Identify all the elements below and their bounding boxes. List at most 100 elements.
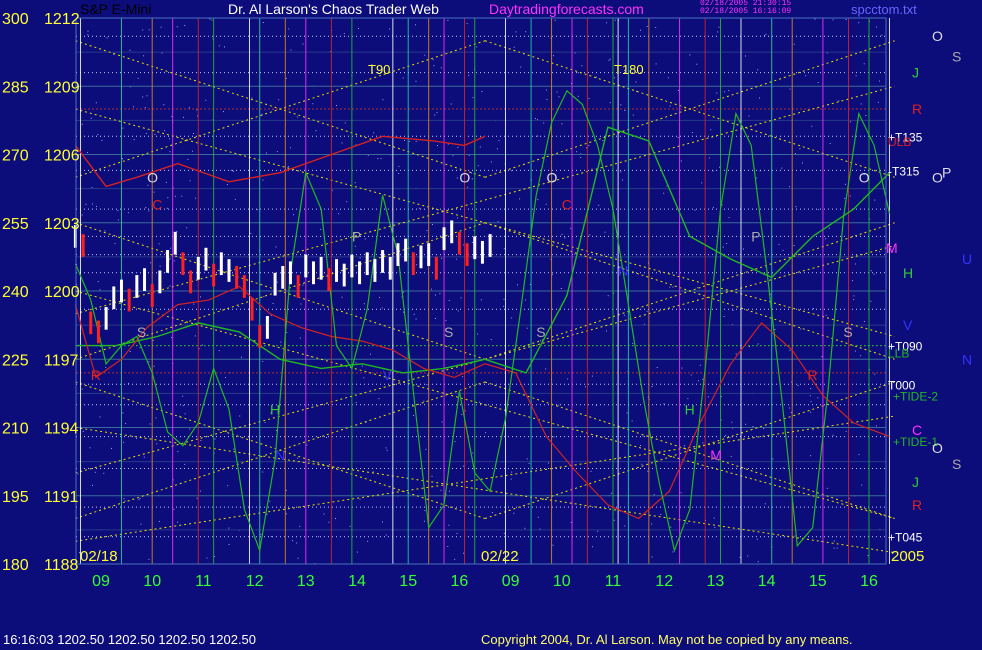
page-title: Dr. Al Larson's Chaos Trader Web bbox=[228, 1, 439, 17]
star-dot bbox=[632, 342, 634, 344]
star-dot bbox=[672, 551, 674, 553]
star-dot bbox=[152, 339, 154, 341]
star-dot bbox=[825, 238, 827, 240]
star-dot bbox=[817, 397, 819, 399]
star-dot bbox=[809, 395, 811, 397]
cycle-letter: N bbox=[618, 263, 628, 279]
star-dot bbox=[143, 456, 145, 458]
star-dot bbox=[398, 165, 400, 167]
star-dot bbox=[355, 402, 357, 404]
star-dot bbox=[218, 45, 220, 47]
star-dot bbox=[479, 401, 481, 403]
star-dot bbox=[224, 46, 225, 48]
y-tick-degree: 210 bbox=[2, 421, 29, 438]
star-dot bbox=[77, 473, 79, 475]
star-dot bbox=[552, 544, 554, 546]
star-dot bbox=[689, 54, 691, 56]
star-dot bbox=[510, 170, 512, 172]
star-dot bbox=[295, 436, 296, 438]
star-dot bbox=[239, 415, 241, 417]
y-tick-degree: 255 bbox=[2, 216, 29, 233]
star-dot bbox=[456, 177, 458, 179]
cycle-letter: H bbox=[685, 401, 695, 417]
star-dot bbox=[466, 23, 468, 25]
star-dot bbox=[743, 248, 744, 250]
right-label: LLB bbox=[888, 346, 909, 360]
star-dot bbox=[386, 449, 388, 451]
star-dot bbox=[82, 430, 84, 432]
star-dot bbox=[620, 104, 622, 106]
star-dot bbox=[315, 130, 317, 132]
star-dot bbox=[567, 378, 569, 380]
star-dot bbox=[195, 197, 197, 199]
star-dot bbox=[873, 273, 875, 275]
y-tick-degree: 195 bbox=[2, 489, 29, 506]
x-tick-hour: 09 bbox=[92, 573, 110, 590]
site-link[interactable]: Daytradingforecasts.com bbox=[489, 1, 644, 17]
star-dot bbox=[591, 375, 593, 377]
star-dot bbox=[647, 470, 649, 472]
star-dot bbox=[826, 487, 828, 489]
star-dot bbox=[468, 74, 470, 76]
star-dot bbox=[832, 19, 834, 21]
star-dot bbox=[757, 69, 759, 71]
star-dot bbox=[812, 429, 814, 431]
cycle-letter: H bbox=[270, 401, 280, 417]
star-dot bbox=[763, 428, 765, 430]
star-dot bbox=[814, 18, 816, 20]
star-dot bbox=[181, 195, 183, 197]
star-dot bbox=[708, 157, 710, 159]
star-dot bbox=[424, 510, 426, 512]
star-dot bbox=[146, 95, 148, 97]
top-label: T180 bbox=[614, 62, 644, 77]
star-dot bbox=[496, 148, 498, 150]
star-dot bbox=[646, 310, 648, 312]
x-tick-hour: 14 bbox=[348, 573, 366, 590]
y-tick-price: 1203 bbox=[44, 216, 80, 233]
star-dot bbox=[449, 490, 450, 492]
star-dot bbox=[196, 497, 198, 499]
star-dot bbox=[622, 179, 623, 181]
cycle-letter: S bbox=[843, 324, 852, 340]
cycle-letter: P bbox=[352, 228, 361, 244]
star-dot bbox=[790, 412, 792, 414]
star-dot bbox=[169, 258, 171, 260]
right-label: ULB bbox=[888, 135, 911, 149]
star-dot bbox=[356, 551, 358, 553]
star-dot bbox=[123, 498, 125, 500]
star-dot bbox=[218, 350, 220, 352]
star-dot bbox=[793, 43, 795, 45]
star-dot bbox=[730, 455, 732, 457]
star-dot bbox=[150, 262, 152, 264]
cycle-letter: S bbox=[444, 324, 453, 340]
star-dot bbox=[320, 228, 322, 230]
star-dot bbox=[281, 72, 283, 74]
star-dot bbox=[765, 33, 767, 35]
star-dot bbox=[725, 434, 727, 436]
star-dot bbox=[520, 66, 522, 68]
star-dot bbox=[810, 401, 812, 403]
star-dot bbox=[852, 280, 853, 282]
x-tick-hour: 10 bbox=[143, 573, 161, 590]
star-dot bbox=[789, 349, 791, 351]
star-dot bbox=[211, 19, 213, 21]
star-dot bbox=[832, 434, 834, 436]
star-dot bbox=[479, 146, 481, 148]
right-label: +T045 bbox=[888, 531, 923, 545]
star-dot bbox=[745, 55, 746, 57]
star-dot bbox=[447, 20, 449, 21]
star-dot bbox=[729, 437, 731, 439]
star-dot bbox=[867, 555, 869, 557]
star-dot bbox=[800, 328, 802, 330]
star-dot bbox=[415, 24, 416, 26]
cycle-letter: S bbox=[536, 324, 545, 340]
star-dot bbox=[355, 362, 357, 364]
star-dot bbox=[561, 233, 563, 235]
star-dot bbox=[576, 151, 578, 153]
star-dot bbox=[262, 22, 264, 23]
star-dot bbox=[597, 530, 599, 532]
y-tick-degree: 180 bbox=[2, 557, 29, 574]
star-dot bbox=[656, 367, 658, 368]
star-dot bbox=[503, 248, 505, 250]
star-dot bbox=[687, 398, 689, 400]
